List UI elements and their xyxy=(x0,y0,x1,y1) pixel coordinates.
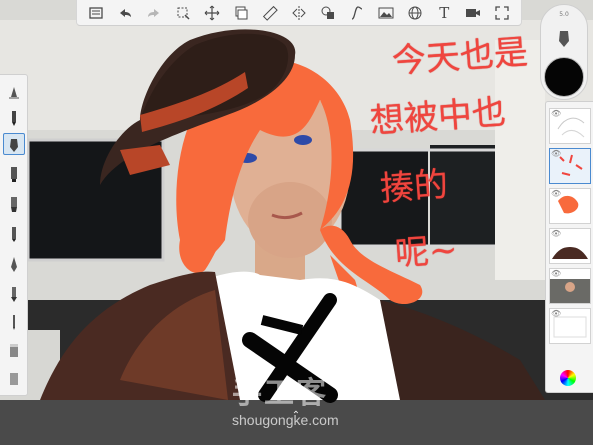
transform-icon[interactable] xyxy=(201,2,223,24)
brush-pencil-icon[interactable] xyxy=(3,107,25,129)
select-icon[interactable] xyxy=(172,2,194,24)
brush-soft-eraser-icon[interactable] xyxy=(3,367,25,389)
handwriting-line-1: 今天也是 xyxy=(390,32,530,82)
brush-airbrush-icon[interactable] xyxy=(3,81,25,103)
gallery-icon[interactable] xyxy=(85,2,107,24)
brush-brush-icon[interactable] xyxy=(3,283,25,305)
top-toolbar: T xyxy=(76,0,522,26)
layer-thumbnail-2[interactable]: 👁 xyxy=(549,148,591,184)
handwriting-line-3: 揍的 xyxy=(378,164,450,210)
layers-panel: 👁 👁 👁 👁 👁 👁 xyxy=(545,101,593,393)
brush-paint-icon[interactable] xyxy=(3,193,25,215)
brush-ink-icon[interactable] xyxy=(3,223,25,245)
watermark-logo: 手工客 xyxy=(232,376,328,411)
watermark-url: shougongke.com xyxy=(232,412,339,428)
brush-marker-icon[interactable] xyxy=(3,163,25,185)
layer-thumbnail-4[interactable]: 👁 xyxy=(549,228,591,264)
layer-thumbnail-5[interactable]: 👁 xyxy=(549,268,591,304)
layer-thumbnail-6[interactable]: 👁 xyxy=(549,308,591,344)
redo-icon[interactable] xyxy=(143,2,165,24)
brush-chisel-icon[interactable] xyxy=(3,253,25,275)
undo-icon[interactable] xyxy=(114,2,136,24)
curve-icon[interactable] xyxy=(346,2,368,24)
layer-thumbnail-1[interactable]: 👁 xyxy=(549,108,591,144)
color-puck[interactable]: 5.0 xyxy=(540,4,588,100)
panel-toggle-icon[interactable]: ⌃ xyxy=(287,408,305,422)
layer-copy-icon[interactable] xyxy=(230,2,252,24)
text-icon[interactable]: T xyxy=(433,2,455,24)
current-brush-icon xyxy=(559,31,569,47)
color-wheel-icon[interactable] xyxy=(560,370,576,386)
fill-icon[interactable] xyxy=(317,2,339,24)
handwriting-line-4: 呢~ xyxy=(393,229,459,275)
current-color-swatch[interactable] xyxy=(544,57,584,97)
fullscreen-icon[interactable] xyxy=(491,2,513,24)
image-icon[interactable] xyxy=(375,2,397,24)
camera-icon[interactable] xyxy=(462,2,484,24)
brush-fine-pen-icon[interactable] xyxy=(3,311,25,333)
brush-eraser-icon[interactable] xyxy=(3,339,25,361)
layer-thumbnail-3[interactable]: 👁 xyxy=(549,188,591,224)
perspective-icon[interactable] xyxy=(404,2,426,24)
drawing-canvas[interactable]: 今天也是 想被中也 揍的 呢~ 手工客 shougongke.com xyxy=(0,0,593,445)
brush-size-label: 5.0 xyxy=(559,11,569,18)
brush-palette xyxy=(0,74,28,396)
symmetry-icon[interactable] xyxy=(288,2,310,24)
handwriting-line-2: 想被中也 xyxy=(368,92,508,142)
ruler-icon[interactable] xyxy=(259,2,281,24)
brush-pen-icon[interactable] xyxy=(3,133,25,155)
